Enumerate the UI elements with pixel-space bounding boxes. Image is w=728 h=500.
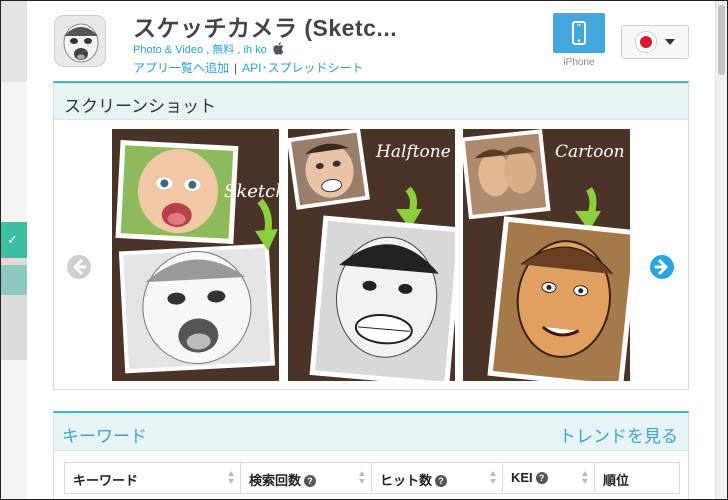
column-header-search-volume[interactable]: 検索回数? [241,463,372,493]
help-icon[interactable]: ? [435,475,448,487]
category-link[interactable]: Photo & Video [133,44,203,56]
app-icon [54,15,106,67]
keywords-table-header: キーワード 検索回数? ヒット数? KEI? 順位 [64,462,680,494]
screenshots-header: スクリーンショット [54,83,688,120]
app-links: アプリ一覧へ追加 | API･スプレッドシート [133,59,363,76]
column-header-hits[interactable]: ヒット数? [372,463,503,493]
screenshot-thumbnail[interactable]: Halftone [288,129,455,381]
scrollbar-thumb[interactable] [718,5,725,75]
sort-icon [582,471,589,485]
scrollbar[interactable] [715,1,727,499]
screenshot-label: Halftone [375,142,451,162]
screenshot-label: Sketch [224,181,279,202]
price-link[interactable]: 無料 [212,44,234,56]
add-to-list-link[interactable]: アプリ一覧へ追加 [133,61,229,75]
view-trends-link[interactable]: トレンドを見る [559,422,678,447]
sort-icon [490,471,497,485]
country-select[interactable] [621,25,689,59]
prev-screenshot-button[interactable] [67,255,91,279]
links-divider: | [234,61,238,75]
developer-link[interactable]: ih ko [243,44,266,56]
app-meta: Photo & Video , 無料 , ih ko [133,41,284,58]
column-header-kei[interactable]: KEI? [503,463,595,493]
arrow-left-circle-icon [73,259,87,275]
keywords-header: キーワード トレンドを見る [54,413,688,451]
sort-icon [228,471,235,485]
arrow-right-circle-icon [654,259,668,275]
keywords-panel: キーワード トレンドを見る キーワード 検索回数? ヒット数? KEI? 順位 [53,411,689,500]
app-title: スケッチカメラ (Sketc... [133,15,398,41]
sidebar-block [1,0,27,82]
sidebar-item[interactable] [1,265,27,295]
iphone-device-button[interactable] [553,13,605,53]
caret-down-icon [665,39,675,45]
api-spreadsheet-link[interactable]: API･スプレッドシート [242,61,363,75]
help-icon[interactable]: ? [304,475,317,487]
screenshot-label: Cartoon [555,142,625,162]
help-icon[interactable]: ? [535,472,548,484]
device-label: iPhone [563,57,595,68]
screenshots-title: スクリーンショット [64,97,217,116]
next-screenshot-button[interactable] [650,255,674,279]
smartphone-icon [572,21,586,45]
check-icon: ✓ [7,232,18,247]
japan-flag-icon [635,31,657,53]
screenshot-thumbnail[interactable]: Cartoon [463,129,630,381]
column-header-keyword[interactable]: キーワード [65,463,241,493]
app-header: スケッチカメラ (Sketc... Photo & Video , 無料 , i… [27,1,715,83]
sort-icon [359,471,366,485]
sidebar-active-item[interactable]: ✓ [1,222,34,258]
main-content: スケッチカメラ (Sketc... Photo & Video , 無料 , i… [27,1,715,500]
screenshot-thumbnail[interactable]: Sketch [112,129,279,381]
column-header-rank[interactable]: 順位 [595,463,679,493]
apple-icon [273,42,284,58]
keywords-title: キーワード [62,427,147,446]
screenshots-panel: スクリーンショット Sketc Halftone Cartoon [53,81,689,390]
